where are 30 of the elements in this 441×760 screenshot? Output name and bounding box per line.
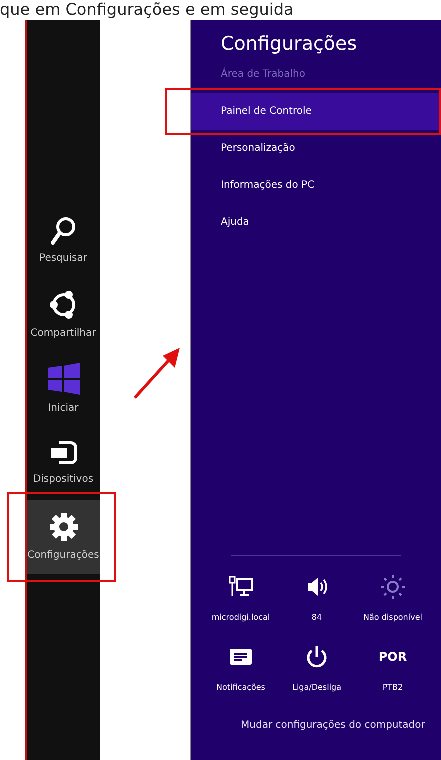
- quick-setting-tile[interactable]: microdigi.local: [203, 574, 279, 624]
- message-icon: [230, 649, 252, 665]
- charm-item[interactable]: Dispositivos: [27, 426, 100, 500]
- settings-icon: [48, 512, 78, 542]
- charm-item[interactable]: Pesquisar: [27, 204, 100, 278]
- language-code: POR: [378, 649, 408, 666]
- sun-icon: [381, 575, 405, 599]
- menu-item[interactable]: Informações do PC: [191, 167, 441, 204]
- change-settings-link[interactable]: Mudar configurações do computador: [241, 718, 441, 734]
- charm-item[interactable]: Compartilhar: [27, 278, 100, 352]
- panel-title: Configurações: [220, 32, 358, 57]
- menu-item[interactable]: Painel de Controle: [191, 93, 441, 130]
- menu-item[interactable]: Ajuda: [191, 204, 441, 241]
- caption-text: que em Configurações e em seguida: [0, 0, 294, 19]
- menu-item[interactable]: Personalização: [191, 130, 441, 167]
- charm-item[interactable]: Iniciar: [27, 352, 100, 426]
- charm-item[interactable]: Configurações: [27, 500, 100, 574]
- speaker-icon: [306, 577, 328, 597]
- annotation-arrow: [133, 346, 183, 400]
- share-icon: [48, 290, 78, 320]
- devices-icon: [48, 440, 78, 466]
- search-icon: [50, 216, 76, 244]
- windows-logo-icon: [48, 362, 80, 394]
- power-icon: [306, 645, 328, 669]
- network-monitor-icon: [229, 576, 253, 598]
- quick-setting-tile[interactable]: Notificações: [203, 644, 279, 694]
- quick-setting-tile[interactable]: 84: [279, 574, 355, 624]
- section-label: Área de Trabalho: [220, 68, 306, 82]
- quick-setting-tile[interactable]: POR PTB2: [355, 644, 431, 694]
- quick-setting-tile[interactable]: Liga/Desliga: [279, 644, 355, 694]
